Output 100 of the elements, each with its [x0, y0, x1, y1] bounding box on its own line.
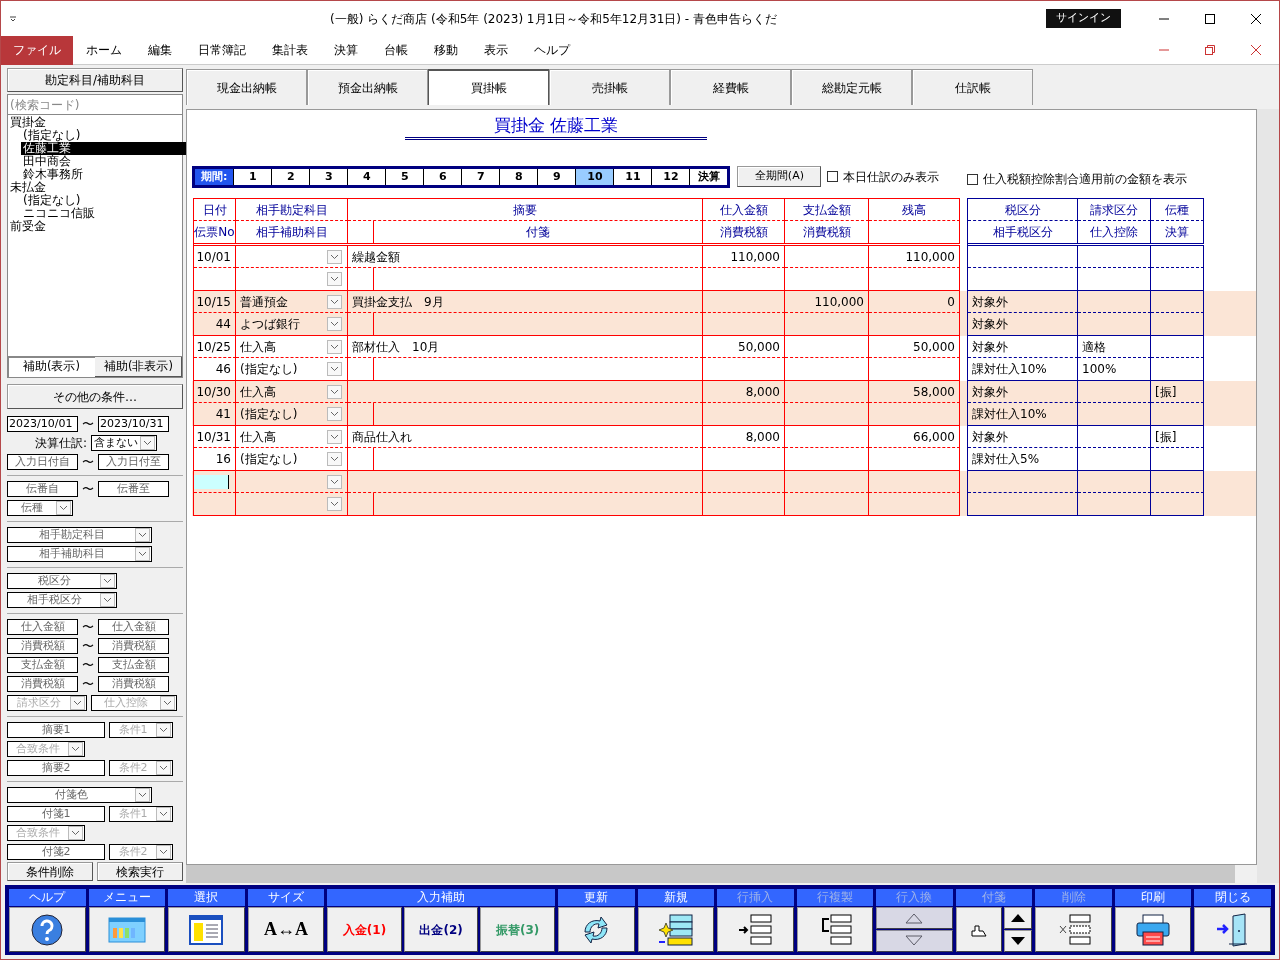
toolbar-button[interactable]	[88, 907, 166, 952]
conditions-button[interactable]: その他の条件…	[7, 384, 183, 409]
ledger-tab[interactable]: 買掛帳	[428, 69, 549, 105]
toolbar-button[interactable]	[1004, 930, 1033, 952]
tree-item[interactable]: (指定なし)	[21, 129, 83, 142]
ledger-tab[interactable]: 経費帳	[670, 69, 791, 105]
filter-field[interactable]: 支払金額	[7, 657, 78, 673]
horizontal-scrollbar[interactable]	[186, 865, 1235, 883]
toolbar-button[interactable]	[168, 907, 245, 952]
toolbar-button[interactable]	[637, 907, 715, 952]
dropdown-button[interactable]	[327, 474, 342, 489]
dropdown-button[interactable]	[327, 452, 342, 466]
vertical-scrollbar[interactable]	[1257, 109, 1279, 883]
filter-field[interactable]: 入力日付至	[98, 454, 169, 470]
menu-item[interactable]: ヘルプ	[521, 35, 583, 65]
dropdown-button[interactable]	[100, 574, 115, 588]
dropdown-button[interactable]	[135, 547, 150, 561]
filter-field[interactable]: 付箋1	[7, 806, 105, 822]
dropdown-button[interactable]	[135, 528, 150, 542]
dropdown-button[interactable]	[327, 294, 342, 309]
filter-field[interactable]: 摘要1	[7, 722, 105, 738]
close-icon[interactable]	[1251, 13, 1261, 24]
toolbar-button[interactable]: 入金(1)	[327, 907, 402, 952]
period-button[interactable]: 10	[575, 168, 614, 185]
filter-field[interactable]: 消費税額	[7, 676, 78, 692]
dropdown-button[interactable]	[327, 317, 342, 331]
ledger-tab[interactable]: 仕訳帳	[912, 69, 1033, 105]
sidebar-button[interactable]: 条件削除	[7, 862, 93, 881]
dropdown-button[interactable]	[327, 249, 342, 264]
toolbar-button[interactable]	[876, 930, 953, 952]
menu-item[interactable]: 編集	[135, 35, 185, 65]
ledger-tab[interactable]: 売掛帳	[549, 69, 670, 105]
dropdown-button[interactable]	[135, 788, 150, 802]
toolbar-button[interactable]	[557, 907, 635, 952]
toolbar-button[interactable]: A↔A	[247, 907, 325, 952]
toggle-tab[interactable]: 補助(非表示)	[95, 357, 182, 377]
filter-field[interactable]: 伝番自	[7, 481, 78, 497]
filter-field[interactable]: 仕入金額	[98, 619, 169, 635]
dropdown-button[interactable]	[327, 429, 342, 444]
maximize-icon[interactable]	[1205, 13, 1215, 24]
menu-item[interactable]: 決算	[321, 35, 371, 65]
dropdown-button[interactable]	[327, 497, 342, 511]
tree-item[interactable]: 未払金	[8, 181, 48, 194]
filter-field[interactable]: 2023/10/01	[7, 416, 78, 432]
filter-select[interactable]: 付箋色	[7, 787, 152, 803]
toolbar-button[interactable]	[876, 907, 953, 929]
filter-field[interactable]: 入力日付自	[7, 454, 78, 470]
dropdown-button[interactable]	[327, 272, 342, 286]
tree-item[interactable]: 前受金	[8, 220, 48, 233]
account-header-button[interactable]: 勘定科目/補助科目	[7, 68, 183, 92]
restore-icon[interactable]	[1205, 45, 1215, 55]
menu-item[interactable]: 集計表	[259, 35, 321, 65]
dropdown-button[interactable]	[327, 384, 342, 399]
toolbar-button[interactable]	[955, 907, 1003, 952]
all-periods-button[interactable]: 全期間(A)	[737, 166, 822, 187]
toolbar-button[interactable]	[1035, 907, 1112, 952]
dropdown-button[interactable]	[100, 593, 115, 607]
toolbar-button[interactable]	[1194, 907, 1271, 952]
sidebar-button[interactable]: 検索実行	[97, 862, 183, 881]
filter-field[interactable]: 伝番至	[98, 481, 169, 497]
dropdown-button[interactable]	[56, 501, 71, 515]
filter-select[interactable]: 税区分	[7, 573, 117, 589]
filter-field[interactable]: 消費税額	[7, 638, 78, 654]
tree-item[interactable]: 田中商会	[21, 155, 73, 168]
menu-item[interactable]: 表示	[471, 35, 521, 65]
dropdown-button[interactable]	[327, 362, 342, 376]
filter-select[interactable]: 相手勘定科目	[7, 527, 152, 543]
toolbar-button[interactable]	[796, 907, 874, 952]
filter-field[interactable]: 摘要2	[7, 760, 105, 776]
toolbar-button[interactable]	[1004, 907, 1033, 929]
menu-item[interactable]: ファイル	[1, 35, 73, 65]
dropdown-button[interactable]	[327, 339, 342, 354]
tree-item[interactable]: 佐藤工業	[21, 142, 187, 155]
filter-field[interactable]: 仕入金額	[7, 619, 78, 635]
filter-select[interactable]: 伝種	[7, 500, 73, 516]
input-cursor-cell[interactable]	[194, 474, 229, 489]
filter-field[interactable]: 付箋2	[7, 844, 105, 860]
menu-item[interactable]: 日常簿記	[185, 35, 259, 65]
filter-field[interactable]: 支払金額	[98, 657, 169, 673]
checkbox[interactable]	[827, 171, 839, 182]
ledger-tab[interactable]: 現金出納帳	[186, 69, 307, 105]
ledger-tab[interactable]: 総勘定元帳	[791, 69, 912, 105]
dropdown-button[interactable]	[327, 407, 342, 421]
toolbar-button[interactable]	[1114, 907, 1192, 952]
toggle-tab[interactable]: 補助(表示)	[8, 357, 95, 377]
toolbar-button[interactable]	[717, 907, 794, 952]
checkbox[interactable]	[967, 173, 979, 185]
search-field[interactable]: (検索コード)	[7, 94, 183, 115]
signin-button[interactable]: サインイン	[1046, 9, 1121, 28]
filter-field[interactable]: 2023/10/31	[98, 416, 169, 432]
ledger-tab[interactable]: 預金出納帳	[307, 69, 428, 105]
tree-item[interactable]: 買掛金	[8, 116, 48, 129]
toolbar-button[interactable]: 出金(2)	[403, 907, 479, 952]
filter-select[interactable]: 含まない	[91, 435, 158, 451]
tree-item[interactable]: ニコニコ信販	[21, 207, 97, 220]
menu-item[interactable]: 台帳	[371, 35, 421, 65]
filter-select[interactable]: 相手補助科目	[7, 546, 152, 562]
filter-select[interactable]: 相手税区分	[7, 592, 117, 608]
filter-field[interactable]: 消費税額	[98, 676, 169, 692]
tree-item[interactable]: (指定なし)	[21, 194, 83, 207]
